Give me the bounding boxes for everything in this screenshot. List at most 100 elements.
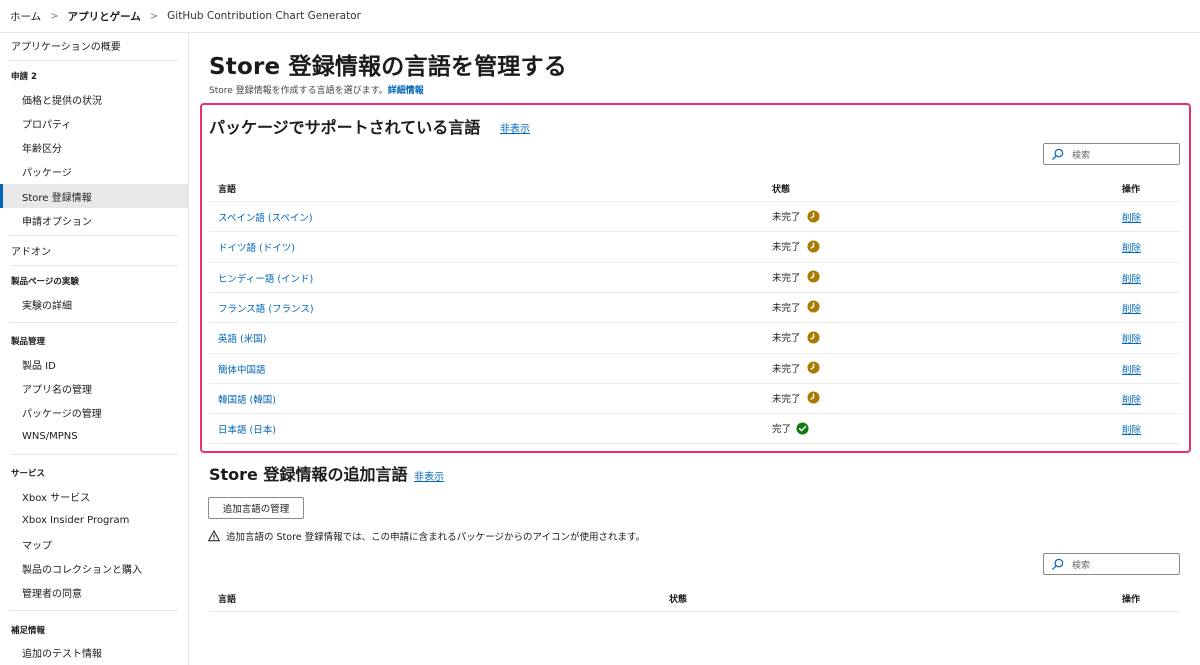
breadcrumb: ホーム > アプリとゲーム > GitHub Contribution Char… (0, 0, 1200, 33)
warning-icon (208, 530, 220, 542)
status-cell: 未完了 (772, 300, 820, 314)
sidebar-divider (10, 610, 178, 611)
language-link[interactable]: スペイン語 (スペイン) (218, 210, 313, 224)
sidebar-item-app-name[interactable]: アプリ名の管理 (0, 376, 188, 400)
status-cell: 未完了 (772, 239, 820, 253)
status-text: 未完了 (772, 393, 801, 405)
sidebar-item-wns[interactable]: WNS/MPNS (0, 424, 188, 448)
sidebar-item-overview[interactable]: アプリケーションの概要 (0, 33, 188, 57)
row-divider (209, 352, 1181, 354)
sidebar-header-services: サービス (11, 469, 46, 479)
status-text: 未完了 (772, 212, 801, 223)
pending-clock-icon (806, 331, 820, 344)
sidebar-item-addons[interactable]: アドオン (0, 238, 188, 262)
status-cell: 未完了 (772, 270, 820, 284)
delete-link[interactable]: 削除 (1122, 392, 1141, 406)
status-cell: 未完了 (772, 361, 820, 375)
status-text: 未完了 (772, 242, 801, 254)
status-text: 未完了 (772, 302, 801, 314)
sidebar: アプリケーションの概要 申請 2 価格と提供の状況 プロパティ 年齢区分 パッケ… (0, 33, 189, 665)
breadcrumb-apps[interactable]: アプリとゲーム (68, 9, 141, 24)
sidebar-item-age-ratings[interactable]: 年齢区分 (0, 135, 188, 159)
row-divider (209, 322, 1181, 324)
delete-link[interactable]: 削除 (1122, 362, 1141, 376)
row-divider (209, 611, 1181, 612)
search-placeholder: 検索 (1072, 150, 1091, 161)
sidebar-divider (10, 454, 178, 455)
delete-link[interactable]: 削除 (1122, 240, 1141, 254)
row-divider (209, 201, 1181, 202)
sidebar-item-store-listings[interactable]: Store 登録情報 (0, 184, 188, 208)
sidebar-item-package-management[interactable]: パッケージの管理 (0, 400, 188, 424)
pending-clock-icon (806, 270, 820, 283)
sidebar-item-experiment-details[interactable]: 実験の詳細 (0, 292, 188, 316)
delete-link[interactable]: 削除 (1122, 331, 1141, 345)
sidebar-item-pricing[interactable]: 価格と提供の状況 (0, 87, 188, 111)
sidebar-divider (10, 235, 178, 236)
sidebar-header-extra: 補足情報 (11, 626, 46, 636)
sidebar-header-experiments: 製品ページの実験 (11, 277, 79, 287)
breadcrumb-separator-icon: > (149, 10, 159, 22)
sidebar-header-submission[interactable]: 申請 2 (11, 70, 37, 82)
pending-clock-icon (806, 209, 820, 223)
sidebar-item-xbox-insider[interactable]: Xbox Insider Program (0, 508, 188, 532)
status-text: 未完了 (772, 363, 801, 375)
additional-search-input[interactable]: 検索 (1043, 553, 1180, 575)
sidebar-item-test-info[interactable]: 追加のテスト情報 (0, 640, 188, 664)
status-cell: 完了 (772, 421, 809, 435)
page-subtitle-text: Store 登録情報を作成する言語を選びます。 (209, 86, 388, 96)
breadcrumb-separator-icon: > (50, 10, 59, 22)
sidebar-item-properties[interactable]: プロパティ (0, 111, 188, 135)
manage-additional-languages-button[interactable]: 追加言語の管理 (208, 497, 304, 519)
status-cell: 未完了 (772, 330, 820, 344)
row-divider (209, 443, 1181, 445)
language-link[interactable]: 英語 (米国) (218, 331, 266, 345)
language-link[interactable]: ドイツ語 (ドイツ) (218, 240, 295, 254)
additional-col-header-language: 言語 (218, 595, 237, 605)
language-link[interactable]: ヒンディー語 (インド) (218, 271, 313, 285)
search-icon (1051, 148, 1064, 160)
status-cell: 未完了 (772, 391, 820, 405)
additional-col-header-status: 状態 (669, 595, 688, 605)
additional-col-header-action: 操作 (1122, 595, 1141, 605)
supported-search-input[interactable]: 検索 (1043, 143, 1180, 165)
row-divider (209, 413, 1181, 415)
language-link[interactable]: 日本語 (日本) (218, 422, 276, 436)
sidebar-item-collections[interactable]: 製品のコレクションと購入 (0, 556, 188, 580)
supported-hide-link[interactable]: 非表示 (500, 120, 530, 135)
col-header-language: 言語 (218, 185, 237, 195)
more-info-link[interactable]: 詳細情報 (388, 86, 424, 96)
status-text: 完了 (772, 424, 792, 436)
row-divider (209, 291, 1181, 293)
search-placeholder: 検索 (1072, 560, 1091, 571)
language-link[interactable]: 韓国語 (韓国) (218, 392, 276, 406)
delete-link[interactable]: 削除 (1122, 210, 1141, 224)
status-text: 未完了 (772, 333, 801, 345)
delete-link[interactable]: 削除 (1122, 271, 1141, 285)
sidebar-header-product-management: 製品管理 (11, 337, 46, 347)
sidebar-item-product-id[interactable]: 製品 ID (0, 352, 188, 376)
pending-clock-icon (806, 361, 820, 374)
page-title: Store 登録情報の言語を管理する (209, 54, 567, 80)
breadcrumb-home[interactable]: ホーム (10, 9, 41, 24)
sidebar-item-admin-consent[interactable]: 管理者の同意 (0, 580, 188, 604)
status-cell: 未完了 (772, 209, 820, 223)
supported-languages-title: パッケージでサポートされている言語 (209, 118, 481, 137)
sidebar-item-packages[interactable]: パッケージ (0, 159, 188, 183)
additional-hide-link[interactable]: 非表示 (414, 468, 444, 483)
delete-link[interactable]: 削除 (1122, 301, 1141, 315)
sidebar-item-submission-options[interactable]: 申請オプション (0, 208, 188, 232)
language-link[interactable]: フランス語 (フランス) (218, 301, 314, 315)
sidebar-divider (10, 60, 178, 61)
page-subtitle: Store 登録情報を作成する言語を選びます。詳細情報 (209, 83, 424, 96)
row-divider (209, 231, 1181, 233)
sidebar-item-maps[interactable]: マップ (0, 532, 188, 556)
search-icon (1051, 558, 1064, 570)
delete-link[interactable]: 削除 (1122, 422, 1141, 436)
warning-text: 追加言語の Store 登録情報では、この申請に含まれるパッケージからのアイコン… (226, 532, 646, 543)
complete-check-icon (796, 422, 809, 435)
sidebar-item-xbox-services[interactable]: Xbox サービス (0, 484, 188, 508)
language-link[interactable]: 簡体中国語 (218, 362, 266, 376)
col-header-action: 操作 (1122, 185, 1141, 195)
pending-clock-icon (806, 391, 820, 404)
